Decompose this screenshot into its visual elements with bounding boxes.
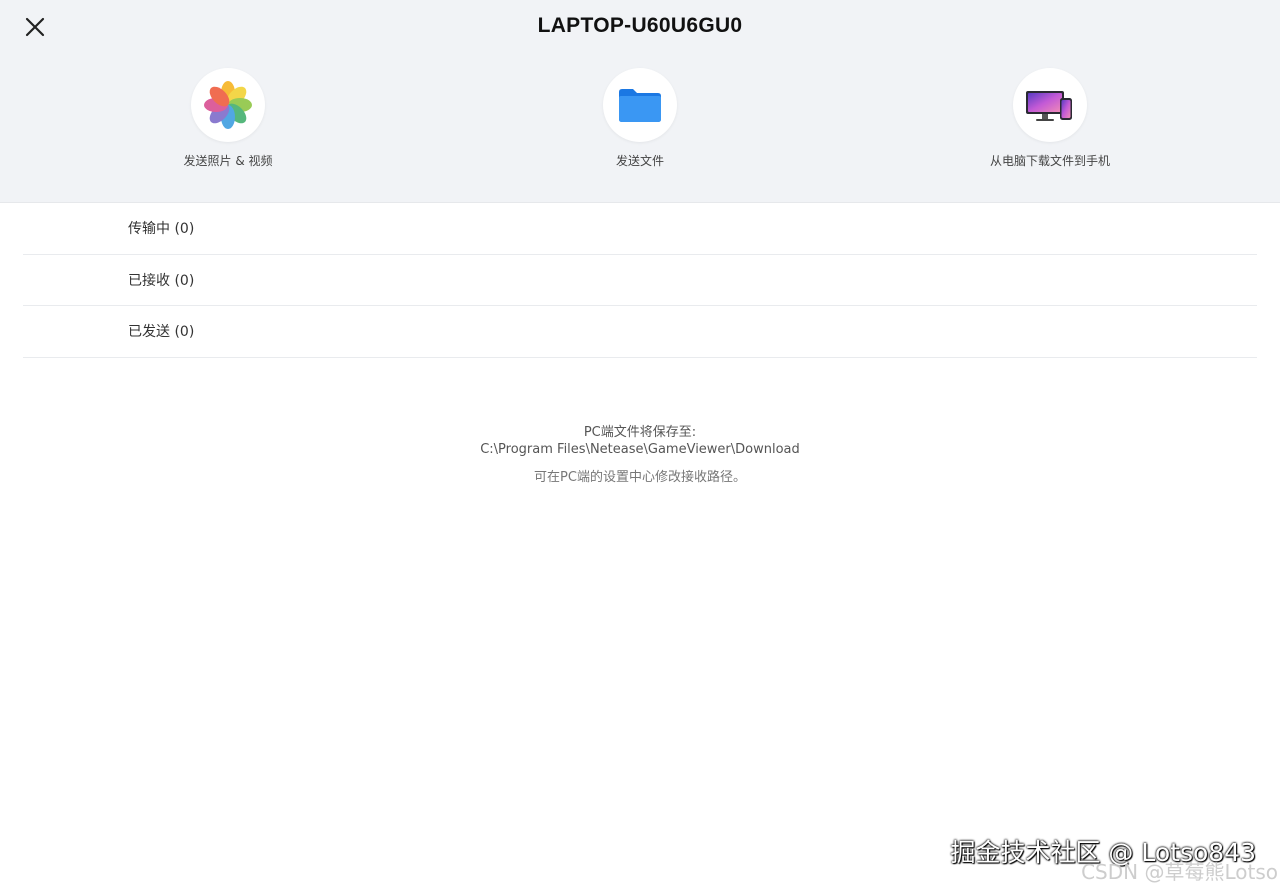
devices-icon — [1026, 91, 1072, 121]
save-path-info: PC端文件将保存至: C:\Program Files\Netease\Game… — [0, 424, 1280, 486]
list-item-label: 传输中 (0) — [128, 221, 195, 238]
photos-icon — [204, 81, 252, 129]
change-path-hint: 可在PC端的设置中心修改接收路径。 — [534, 470, 746, 485]
photos-icon-circle — [191, 68, 265, 142]
save-to-label: PC端文件将保存至: — [583, 425, 697, 440]
send-photos-videos-button[interactable]: 发送照片 & 视频 — [78, 68, 378, 169]
folder-icon-circle — [603, 68, 677, 142]
page-title: LAPTOP-U60U6GU0 — [537, 14, 743, 37]
watermark-csdn: CSDN @草莓熊Lotso — [1081, 860, 1278, 884]
send-files-label: 发送文件 — [615, 154, 664, 168]
devices-icon-circle — [1013, 68, 1087, 142]
download-from-pc-button[interactable]: 从电脑下载文件到手机 — [900, 68, 1200, 169]
list-item-received[interactable]: 已接收 (0) — [23, 255, 1257, 306]
list-item-label: 已接收 (0) — [128, 272, 195, 289]
header: LAPTOP-U60U6GU0 发送照片 & 视频 发送文件 从电脑下载文件到手… — [0, 0, 1280, 203]
send-photos-label: 发送照片 & 视频 — [183, 154, 273, 168]
download-from-pc-label: 从电脑下载文件到手机 — [989, 154, 1110, 168]
list-item-sent[interactable]: 已发送 (0) — [23, 306, 1257, 358]
send-files-button[interactable]: 发送文件 — [490, 68, 790, 169]
transfer-list: 传输中 (0) 已接收 (0) 已发送 (0) — [23, 203, 1257, 358]
save-path: C:\Program Files\Netease\GameViewer\Down… — [480, 442, 800, 457]
folder-icon — [619, 89, 661, 122]
list-item-transferring[interactable]: 传输中 (0) — [23, 203, 1257, 255]
list-item-label: 已发送 (0) — [128, 324, 195, 341]
